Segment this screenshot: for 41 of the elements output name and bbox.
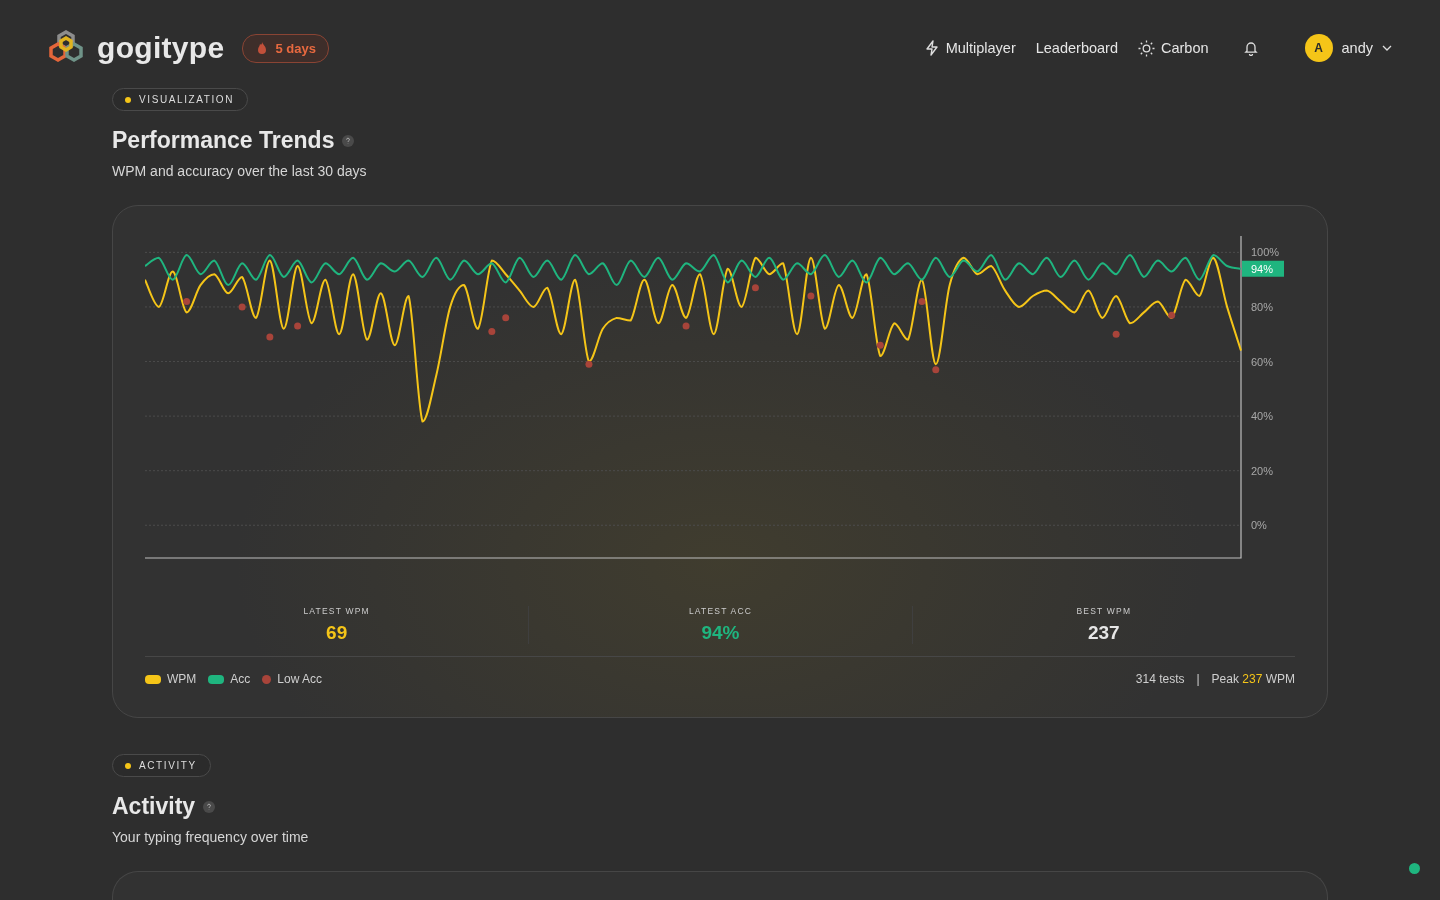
chevron-down-icon: [1382, 45, 1392, 51]
legend-label: Low Acc: [277, 672, 323, 686]
stat-label: BEST WPM: [1076, 606, 1132, 616]
streak-badge[interactable]: 5 days: [242, 33, 329, 63]
axis-label: 40%: [1251, 410, 1274, 423]
test-count: 314 tests: [1135, 672, 1185, 686]
nav-link[interactable]: Leaderboard: [1035, 40, 1118, 56]
axis-label: 100%: [1251, 246, 1280, 259]
user-menu[interactable]: A andy: [1304, 34, 1392, 62]
brand-name: gogitype: [97, 31, 225, 65]
section-title: Activity: [112, 793, 196, 820]
nav-link[interactable]: Multiplayer: [923, 40, 1016, 56]
stat-label: LATEST WPM: [303, 606, 370, 616]
avatar: A: [1304, 34, 1333, 62]
axis-label: 60%: [1251, 355, 1274, 368]
section-tag: VISUALIZATION: [112, 88, 249, 111]
section-subtitle: Your typing frequency over time: [112, 829, 309, 845]
nav-link[interactable]: Carbon: [1138, 39, 1209, 57]
axis-label: 20%: [1251, 464, 1274, 477]
stat-value: 237: [1087, 622, 1120, 644]
status-dot: [1409, 863, 1420, 874]
section-tag: ACTIVITY: [112, 754, 211, 777]
axis-label: 80%: [1251, 300, 1274, 313]
sun-icon: [1138, 39, 1155, 57]
axis-label: 0%: [1251, 519, 1267, 532]
section-title: Performance Trends: [112, 127, 335, 154]
separator: |: [1196, 672, 1200, 686]
section-subtitle: WPM and accuracy over the last 30 days: [112, 163, 367, 179]
flame-icon: [257, 42, 268, 54]
stat-label: LATEST ACC: [688, 606, 753, 616]
stat-value: 94%: [701, 622, 740, 644]
stat-value: 69: [326, 622, 348, 644]
current-value-badge: 94%: [1242, 260, 1284, 277]
bell-icon[interactable]: [1242, 40, 1259, 56]
lightning-icon: [923, 40, 940, 56]
peak-wpm: Peak 237 WPM: [1211, 672, 1295, 686]
legend-label: Acc: [230, 672, 251, 686]
annotation: 94%: [1251, 262, 1274, 275]
help-icon[interactable]: [342, 134, 355, 147]
help-icon[interactable]: [203, 800, 216, 813]
legend-label: WPM: [167, 672, 197, 686]
